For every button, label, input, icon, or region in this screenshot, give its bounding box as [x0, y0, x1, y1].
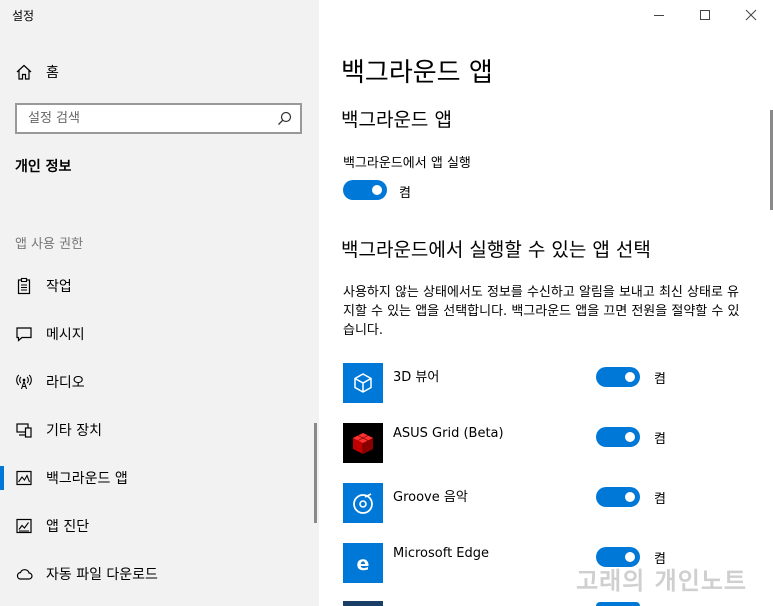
sidebar-item-label: 앱 진단 — [46, 519, 90, 535]
home-label: 홈 — [46, 65, 59, 81]
sidebar-item-app-diagnostics[interactable]: 앱 진단 — [0, 506, 319, 546]
cloud-icon — [15, 565, 33, 583]
sidebar-item-label: 작업 — [46, 279, 72, 295]
sidebar-item-background-apps[interactable]: 백그라운드 앱 — [0, 458, 319, 498]
partial-app-tile — [343, 601, 383, 606]
list-item: 3D 뷰어 켬 — [343, 363, 763, 403]
window-title: 설정 — [12, 9, 35, 23]
sidebar-item-other-devices[interactable]: 기타 장치 — [0, 410, 319, 450]
svg-text:e: e — [357, 553, 370, 575]
edge-icon: e — [343, 543, 383, 583]
close-icon[interactable] — [740, 4, 762, 26]
sidebar-item-label: 라디오 — [46, 375, 85, 391]
toggle-knob — [372, 185, 382, 195]
sidebar-item-radios[interactable]: 라디오 — [0, 362, 319, 402]
app-name: Microsoft Edge — [393, 546, 490, 561]
sidebar: 설정 홈 개인 정보 앱 사용 권한 작업 메시지 라디오 — [0, 0, 319, 606]
description-text: 사용하지 않는 상태에서도 정보를 수신하고 알림을 보내고 최신 상태로 유지… — [343, 285, 740, 338]
group-title-app-permissions: 앱 사용 권한 — [15, 237, 84, 252]
search-input[interactable] — [17, 105, 267, 132]
toggle-knob — [625, 492, 635, 502]
master-toggle-switch[interactable] — [343, 180, 387, 200]
sidebar-item-label: 백그라운드 앱 — [46, 471, 128, 487]
section-title-choose-apps: 백그라운드에서 실행할 수 있는 앱 선택 — [341, 239, 651, 261]
app-name: Groove 음악 — [393, 490, 468, 505]
sidebar-item-auto-file-downloads[interactable]: 자동 파일 다운로드 — [0, 554, 319, 594]
partial-toggle — [596, 602, 640, 606]
search-box[interactable] — [15, 103, 302, 134]
master-toggle-state: 켬 — [399, 186, 411, 201]
main-pane: 백그라운드 앱 백그라운드 앱 백그라운드에서 앱 실행 켬 백그라운드에서 실… — [319, 0, 773, 606]
maximize-icon[interactable] — [694, 4, 716, 26]
app-toggle-switch[interactable] — [596, 487, 640, 507]
3d-viewer-icon — [343, 363, 383, 403]
chat-icon — [15, 325, 33, 343]
app-toggle-state: 켬 — [654, 372, 666, 387]
search-icon[interactable] — [277, 111, 292, 126]
sidebar-home[interactable]: 홈 — [0, 56, 319, 88]
sidebar-item-tasks[interactable]: 작업 — [0, 266, 319, 306]
sidebar-item-label: 자동 파일 다운로드 — [46, 567, 158, 583]
minimize-icon[interactable] — [648, 4, 670, 26]
sidebar-item-messaging[interactable]: 메시지 — [0, 314, 319, 354]
asus-grid-icon — [343, 423, 383, 463]
app-toggle-state: 켬 — [654, 492, 666, 507]
groove-music-icon — [343, 483, 383, 523]
list-item: Groove 음악 켬 — [343, 483, 763, 523]
sidebar-item-label: 메시지 — [46, 327, 85, 343]
toggle-knob — [625, 372, 635, 382]
master-toggle-label: 백그라운드에서 앱 실행 — [343, 156, 471, 171]
sidebar-scrollbar[interactable] — [314, 423, 317, 523]
app-name: 3D 뷰어 — [393, 370, 440, 385]
app-toggle-switch[interactable] — [596, 427, 640, 447]
section-title-privacy: 개인 정보 — [15, 159, 72, 175]
app-name: ASUS Grid (Beta) — [393, 426, 504, 441]
app-toggle-switch[interactable] — [596, 367, 640, 387]
home-icon — [15, 63, 33, 81]
watermark: 고래의 개인노트 — [576, 567, 747, 595]
list-item: ASUS Grid (Beta) 켬 — [343, 423, 763, 463]
radio-antenna-icon — [15, 373, 33, 391]
toggle-knob — [625, 432, 635, 442]
sidebar-item-label: 기타 장치 — [46, 423, 102, 439]
page-title: 백그라운드 앱 — [341, 58, 493, 88]
devices-icon — [15, 421, 33, 439]
section-title-background-apps: 백그라운드 앱 — [341, 109, 452, 131]
app-toggle-state: 켬 — [654, 432, 666, 447]
diagnostics-icon — [15, 517, 33, 535]
clipboard-icon — [15, 277, 33, 295]
background-apps-icon — [15, 469, 33, 487]
active-indicator — [0, 466, 4, 490]
